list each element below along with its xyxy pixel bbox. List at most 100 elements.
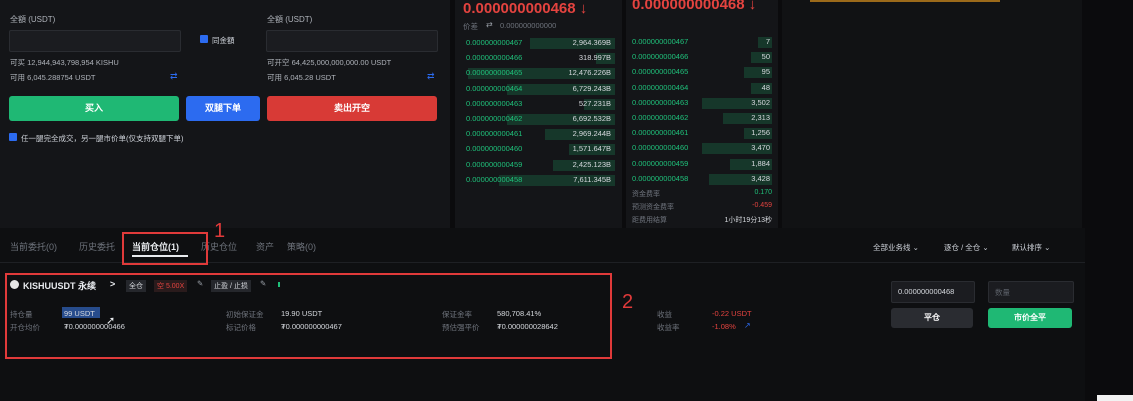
swap-icon-right[interactable]: ⇄	[427, 71, 435, 82]
amount-input-left[interactable]	[9, 30, 181, 52]
balance-left-label: 可用 6,045.288754 USDT	[10, 73, 96, 82]
orderbook-price: 0.000000000460	[632, 143, 689, 153]
orderbook-price: 0.000000000467	[466, 38, 523, 47]
orderbook-spread-label: 价差	[463, 22, 478, 31]
tab-1[interactable]: 历史委托	[79, 240, 115, 253]
orderbook-left-last-price: 0.000000000468 ↓	[463, 0, 588, 17]
chart-area-accent	[810, 0, 1000, 2]
sync-amount-label: 同金額	[212, 36, 235, 45]
orderbook-row[interactable]: 0.000000000461 2,969.244B	[460, 128, 615, 141]
orderbook-row[interactable]: 0.000000000467 2,964.369B	[460, 37, 615, 50]
annotation-number-2: 2	[622, 291, 634, 313]
orderbook-price: 0.000000000460	[466, 144, 523, 154]
orderbook-qty: 1,256	[751, 128, 770, 138]
close-price-value: 0.000000000468	[898, 287, 955, 296]
orderbook-row[interactable]: 0.000000000464 48	[632, 82, 772, 95]
orderbook-qty: 95	[761, 67, 770, 77]
funding-stat-label: 资金费率	[632, 191, 660, 198]
market-close-all-button[interactable]: 市价全平	[988, 308, 1072, 328]
orderbook-row[interactable]: 0.000000000458 3,428	[632, 173, 772, 186]
orderbook-row[interactable]: 0.000000000466 318.997B	[460, 52, 615, 65]
orderbook-row[interactable]: 0.000000000465 12,476.226B	[460, 67, 615, 80]
orderbook-qty: 527.231B	[578, 98, 611, 108]
orderbook-qty: 7,611.345B	[573, 174, 611, 184]
orderbook-price: 0.000000000463	[632, 97, 689, 107]
orderbook-price: 0.000000000466	[466, 53, 523, 63]
orderbook-row[interactable]: 0.000000000462 2,313	[632, 112, 772, 125]
orderbook-qty: 2,964.369B	[572, 38, 611, 47]
orderbook-row[interactable]: 0.000000000458 7,611.345B	[460, 174, 615, 187]
funding-stat-value: 1小时19分13秒	[724, 217, 772, 224]
orderbook-row[interactable]: 0.000000000459 2,425.123B	[460, 159, 615, 172]
orderbook-row[interactable]: 0.000000000459 1,884	[632, 158, 772, 171]
funding-stat-label: 预测资金费率	[632, 204, 674, 211]
filter-margin-mode[interactable]: 逐仓 / 全仓 ⌄	[944, 242, 989, 253]
orderbook-qty: 2,969.244B	[572, 129, 611, 139]
orderbook-qty: 6,729.243B	[572, 83, 611, 93]
funding-stat-value: 0.170	[754, 189, 772, 196]
orderbook-qty: 3,502	[751, 97, 770, 107]
amount-input-right[interactable]	[266, 30, 438, 52]
position-field-label: 收益	[657, 310, 672, 319]
filter-sort[interactable]: 默认排序 ⌄	[1012, 242, 1050, 253]
orderbook-row[interactable]: 0.000000000460 1,571.647B	[460, 143, 615, 156]
note-checkbox[interactable]	[9, 133, 17, 141]
orderbook-row[interactable]: 0.000000000467 7	[632, 36, 772, 49]
amount-label-left: 全額 (USDT)	[10, 15, 56, 24]
orderbook-qty: 2,425.123B	[572, 159, 611, 169]
orderbook-price: 0.000000000462	[632, 113, 689, 122]
share-icon[interactable]: ↗	[744, 321, 751, 330]
available-buy-label: 可买 12,944,943,798,954 KISHU	[10, 58, 119, 67]
sell-short-button[interactable]: 卖出开空	[267, 96, 437, 121]
orderbook-price: 0.000000000465	[632, 67, 689, 77]
orderbook-spread-value: 0.000000000000	[500, 21, 557, 30]
orderbook-qty: 7	[765, 37, 770, 46]
dual-order-button[interactable]: 双腿下单	[186, 96, 260, 121]
orderbook-row[interactable]: 0.000000000462 6,692.532B	[460, 113, 615, 126]
orderbook-price: 0.000000000461	[632, 128, 689, 138]
orderbook-price: 0.000000000462	[466, 114, 523, 123]
close-position-button[interactable]: 平仓	[891, 308, 973, 328]
orderbook-qty: 12,476.226B	[568, 68, 611, 78]
orderbook-price: 0.000000000458	[632, 173, 689, 183]
orderbook-row[interactable]: 0.000000000464 6,729.243B	[460, 83, 615, 96]
tab-4[interactable]: 资产	[256, 240, 274, 253]
orderbook-price: 0.000000000459	[632, 158, 689, 168]
orderbook-price: 0.000000000463	[466, 98, 523, 108]
orderbook-price: 0.000000000464	[466, 83, 523, 93]
orderbook-qty: 6,692.532B	[572, 114, 611, 123]
orderbook-right-last-price: 0.000000000468 ↓	[632, 0, 757, 13]
orderbook-row[interactable]: 0.000000000463 3,502	[632, 97, 772, 110]
orderbook-row[interactable]: 0.000000000461 1,256	[632, 127, 772, 140]
orderbook-row[interactable]: 0.000000000460 3,470	[632, 142, 772, 155]
sync-amount-checkbox[interactable]	[200, 35, 208, 43]
orderbook-qty: 3,470	[751, 143, 770, 153]
orderbook-row[interactable]: 0.000000000465 95	[632, 66, 772, 79]
tab-5[interactable]: 策略(0)	[287, 240, 316, 253]
orderbook-price: 0.000000000467	[632, 37, 689, 46]
chart-area-panel	[782, 0, 1082, 228]
balance-right-label: 可用 6,045.28 USDT	[267, 73, 336, 82]
filter-business-line[interactable]: 全部业务线 ⌄	[873, 242, 919, 253]
highlight-box-1	[122, 232, 208, 265]
position-field-value: ₮0.000000000466	[64, 322, 125, 331]
orderbook-qty: 318.997B	[578, 53, 611, 63]
swap-icon-left[interactable]: ⇄	[170, 71, 178, 82]
orderbook-qty: 1,571.647B	[572, 144, 611, 154]
orderbook-price: 0.000000000459	[466, 159, 523, 169]
tab-0[interactable]: 当前委托(0)	[10, 240, 57, 253]
orderbook-row[interactable]: 0.000000000466 50	[632, 51, 772, 64]
buy-button[interactable]: 买入	[9, 96, 179, 121]
orderbook-qty: 50	[761, 52, 770, 62]
orderbook-row[interactable]: 0.000000000463 527.231B	[460, 98, 615, 111]
position-field-value: 19.90 USDT	[281, 309, 323, 318]
refresh-icon[interactable]: ⇄	[486, 20, 493, 29]
annotation-number-1: 1	[214, 220, 226, 242]
orderbook-qty: 2,313	[751, 113, 770, 122]
funding-stat-value: -0.459	[752, 202, 772, 209]
position-field-value: -1.08%	[712, 322, 736, 331]
position-field-value: ₮0.000000000467	[281, 322, 342, 331]
note-checkbox-label: 任一腿完全成交，另一腿市价单(仅支持双腿下单)	[21, 134, 184, 143]
corner-patch	[1097, 395, 1133, 401]
orderbook-qty: 48	[761, 82, 770, 92]
